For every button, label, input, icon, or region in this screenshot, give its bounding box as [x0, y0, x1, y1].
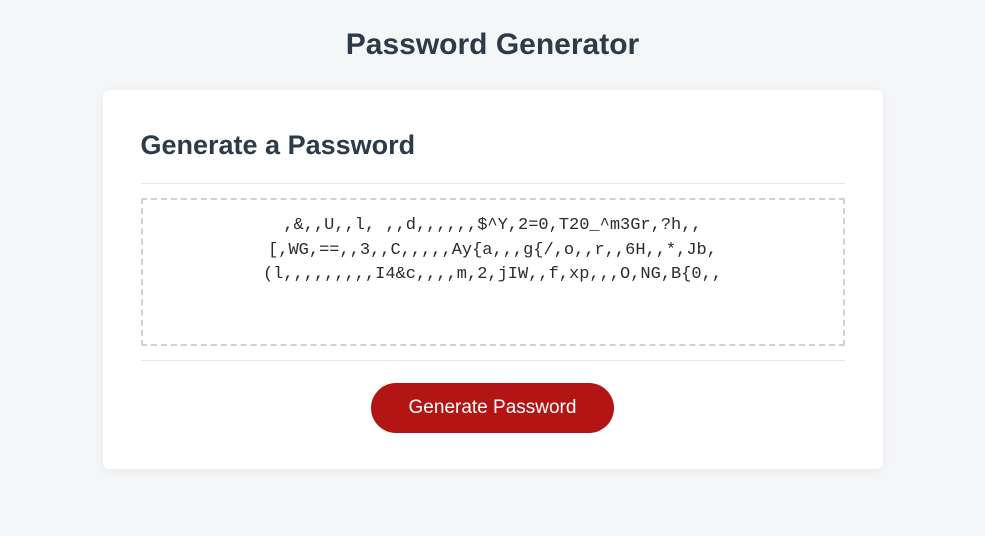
button-row: Generate Password	[141, 383, 845, 433]
password-output: ,&,,U,,l, ,,d,,,,,,$^Y,2=0,T20_^m3Gr,?h,…	[141, 198, 845, 346]
page-title: Password Generator	[0, 0, 985, 90]
divider-bottom	[141, 360, 845, 361]
card-title: Generate a Password	[141, 130, 845, 161]
password-line: ,&,,U,,l, ,,d,,,,,,$^Y,2=0,T20_^m3Gr,?h,…	[163, 214, 823, 239]
divider-top	[141, 183, 845, 184]
password-line: (l,,,,,,,,,I4&c,,,,m,2,jIW,,f,xp,,,O,NG,…	[163, 263, 823, 288]
generator-card: Generate a Password ,&,,U,,l, ,,d,,,,,,$…	[103, 90, 883, 469]
password-line: [,WG,==,,3,,C,,,,,Ay{a,,,g{/,o,,r,,6H,,*…	[163, 239, 823, 264]
generate-password-button[interactable]: Generate Password	[371, 383, 615, 433]
